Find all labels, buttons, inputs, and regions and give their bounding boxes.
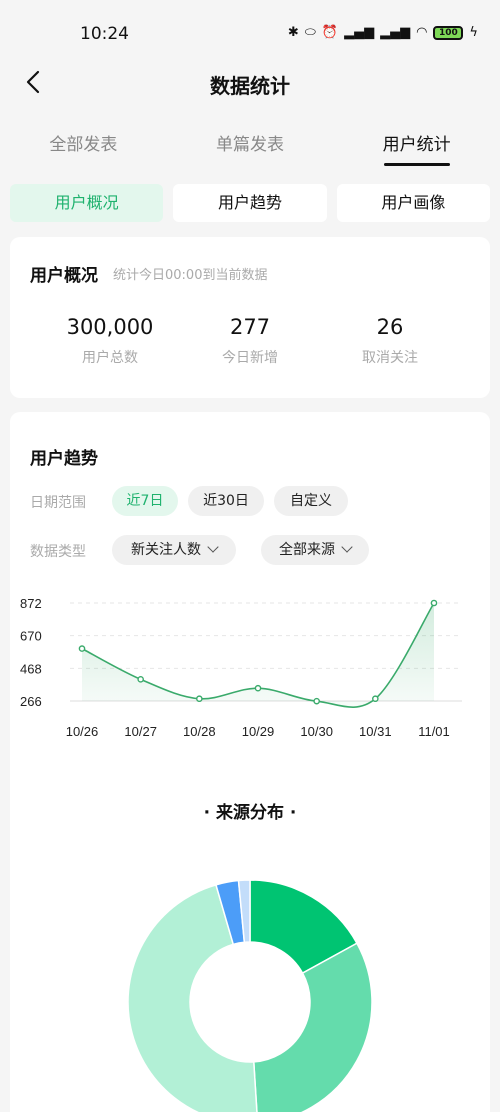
title-bar: 数据统计 bbox=[0, 60, 500, 104]
pie-chart-title: · 来源分布 · bbox=[203, 803, 297, 823]
source-value: 全部来源 bbox=[279, 542, 335, 558]
y-tick-label: 670 bbox=[20, 629, 42, 644]
data-type-value: 新关注人数 bbox=[131, 542, 201, 558]
date-option-custom[interactable]: 自定义 bbox=[274, 486, 348, 516]
status-time: 10:24 bbox=[80, 24, 129, 44]
nfc-icon: ⬭ bbox=[304, 25, 316, 40]
stat-label: 今日新增 bbox=[222, 350, 278, 366]
trend-card: 用户趋势 日期范围 近7日 近30日 自定义 数据类型 新关注人数 全部来源 2… bbox=[10, 412, 490, 1112]
tab-bar: 全部发表 单篇发表 用户统计 bbox=[0, 122, 500, 166]
stat-value: 277 bbox=[229, 315, 271, 339]
battery-icon: 100 bbox=[433, 25, 464, 40]
x-tick-label: 10/27 bbox=[124, 724, 157, 739]
stat-new-today: 277 今日新增 bbox=[170, 315, 330, 367]
x-tick-label: 10/26 bbox=[66, 724, 99, 739]
x-tick-label: 10/31 bbox=[359, 724, 392, 739]
stat-total-users: 300,000 用户总数 bbox=[30, 315, 190, 367]
subtab-user-trend[interactable]: 用户趋势 bbox=[173, 184, 327, 222]
overview-title: 用户概况 bbox=[30, 266, 98, 286]
stat-value: 300,000 bbox=[66, 315, 154, 339]
y-tick-label: 468 bbox=[20, 661, 42, 676]
charging-icon: ϟ bbox=[469, 25, 478, 40]
data-point bbox=[78, 645, 86, 652]
signal-icon: ▂▄▆ bbox=[344, 25, 375, 40]
date-range-label: 日期范围 bbox=[30, 495, 86, 511]
trend-line-chart: 266 468 670 872 10/26 10/27 10/28 10/29 10/30 10/… bbox=[20, 596, 462, 739]
tab-all-posts[interactable]: 全部发表 bbox=[0, 122, 167, 166]
x-tick-label: 10/28 bbox=[183, 724, 216, 739]
data-type-label: 数据类型 bbox=[30, 544, 86, 560]
series-area bbox=[82, 603, 434, 708]
alarm-icon: ⏰ bbox=[321, 25, 339, 40]
data-point bbox=[254, 684, 262, 692]
y-tick-label: 266 bbox=[20, 694, 42, 709]
subtab-user-overview[interactable]: 用户概况 bbox=[10, 184, 164, 222]
x-tick-label: 10/30 bbox=[300, 724, 333, 739]
chevron-down-icon bbox=[207, 541, 219, 553]
bluetooth-icon: ✱ bbox=[287, 25, 299, 40]
y-tick-label: 872 bbox=[20, 596, 42, 611]
date-option-30d[interactable]: 近30日 bbox=[188, 486, 264, 516]
status-icons: ✱ ⬭ ⏰ ▂▄▆ ▂▄▆ ◠ 100 ϟ bbox=[288, 25, 478, 40]
trend-title: 用户趋势 bbox=[30, 449, 98, 469]
data-point bbox=[430, 599, 438, 607]
source-pie-chart bbox=[127, 879, 373, 1112]
stat-label: 用户总数 bbox=[82, 350, 138, 366]
stat-unfollow: 26 取消关注 bbox=[310, 315, 470, 367]
subtab-bar: 用户概况 用户趋势 用户画像 bbox=[10, 184, 490, 222]
pie-title-text: 来源分布 bbox=[216, 803, 284, 823]
chevron-down-icon bbox=[341, 541, 353, 553]
x-tick-label: 10/29 bbox=[242, 724, 275, 739]
data-type-select[interactable]: 新关注人数 bbox=[112, 535, 236, 565]
x-tick-label: 11/01 bbox=[418, 724, 450, 739]
source-select[interactable]: 全部来源 bbox=[261, 535, 369, 565]
signal-icon: ▂▄▆ bbox=[380, 25, 411, 40]
wifi-icon: ◠ bbox=[416, 25, 428, 40]
tab-single-post[interactable]: 单篇发表 bbox=[167, 122, 334, 166]
page-title: 数据统计 bbox=[210, 74, 290, 98]
data-point bbox=[313, 697, 320, 705]
stat-value: 26 bbox=[376, 315, 404, 339]
overview-subtitle: 统计今日00:00到当前数据 bbox=[113, 268, 268, 283]
data-point bbox=[196, 695, 203, 703]
subtab-user-profile[interactable]: 用户画像 bbox=[336, 184, 490, 222]
data-point bbox=[372, 695, 379, 703]
overview-card: 用户概况 统计今日00:00到当前数据 300,000 用户总数 277 今日新… bbox=[10, 237, 490, 398]
tab-user-stats[interactable]: 用户统计 bbox=[333, 122, 500, 166]
date-option-7d[interactable]: 近7日 bbox=[112, 486, 178, 516]
data-point bbox=[137, 676, 144, 683]
pie-slice bbox=[252, 942, 373, 1112]
status-bar: 10:24 ✱ ⬭ ⏰ ▂▄▆ ▂▄▆ ◠ 100 ϟ bbox=[0, 0, 500, 66]
stat-label: 取消关注 bbox=[362, 350, 418, 366]
